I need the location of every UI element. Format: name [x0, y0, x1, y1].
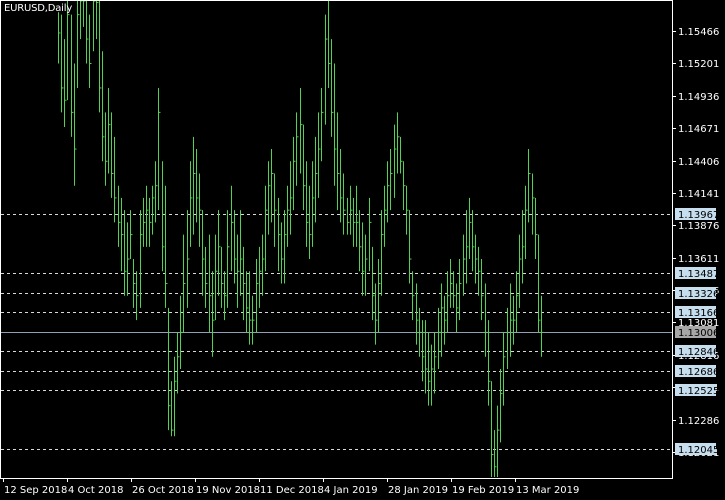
chart-frame: [0, 0, 673, 479]
price-level-label: 1.12846: [678, 347, 719, 358]
price-level-label: 1.13326: [678, 289, 719, 300]
price-level-label: 1.12045: [678, 445, 719, 456]
current-price-label: 1.13006: [678, 328, 719, 339]
price-level-label: 1.12686: [678, 367, 719, 378]
price-tick-label: 1.13611: [678, 254, 719, 265]
time-axis: 12 Sep 2018 4 Oct 2018 26 Oct 2018 19 Nov 2…: [3, 478, 579, 496]
price-tick-label: 1.14671: [678, 124, 719, 135]
price-tick-label: 1.13876: [678, 221, 719, 232]
time-tick-label: 11 Dec 2018: [260, 485, 324, 496]
price-level-label: 1.13166: [678, 308, 719, 319]
price-level-label: 1.13487: [678, 269, 719, 280]
time-tick-label: 26 Oct 2018: [132, 485, 194, 496]
horizontal-levels: [1, 214, 672, 450]
price-tick-label: 1.14936: [678, 92, 719, 103]
time-tick-label: 28 Jan 2019: [388, 485, 448, 496]
time-tick-label: 19 Nov 2018: [196, 485, 260, 496]
price-tick-label: 1.12286: [678, 416, 719, 427]
price-tick-label: 1.14141: [678, 189, 719, 200]
price-level-label: 1.13967: [678, 210, 719, 221]
price-tick-label: 1.14406: [678, 157, 719, 168]
price-tick-label: 1.15201: [678, 59, 719, 70]
price-level-label: 1.12525: [678, 386, 719, 397]
candles: [58, 0, 544, 477]
time-tick-label: 19 Feb 2019: [452, 485, 514, 496]
price-tick-label: 1.15466: [678, 27, 719, 38]
chart-window[interactable]: 1.15466 1.15201 1.14936 1.14671 1.14406 1.141…: [0, 0, 725, 500]
chart-canvas[interactable]: 1.15466 1.15201 1.14936 1.14671 1.14406 1.141…: [0, 0, 725, 500]
chart-title: EURUSD,Daily: [4, 3, 73, 14]
time-tick-label: 13 Mar 2019: [516, 485, 579, 496]
time-tick-label: 4 Jan 2019: [324, 485, 378, 496]
time-tick-label: 12 Sep 2018: [4, 485, 67, 496]
time-tick-label: 4 Oct 2018: [68, 485, 123, 496]
